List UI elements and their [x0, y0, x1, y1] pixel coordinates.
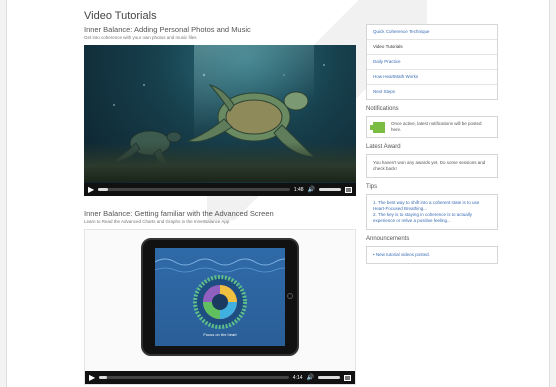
volume-slider[interactable] — [319, 188, 341, 191]
fullscreen-icon[interactable] — [345, 186, 352, 193]
play-icon[interactable]: ▶ — [89, 373, 95, 382]
sea-floor — [84, 142, 356, 182]
nav-item-video-tutorials[interactable]: Video Tutorials — [367, 40, 497, 55]
play-icon[interactable]: ▶ — [88, 185, 94, 194]
notifications-box: Once active, latest notifications will b… — [366, 116, 498, 138]
video-title: Inner Balance: Getting familiar with the… — [84, 209, 274, 218]
page-title: Video Tutorials — [84, 10, 157, 22]
time-display: 1:48 — [293, 186, 304, 193]
sidebar-nav: Quick Coherence Technique Video Tutorial… — [366, 24, 498, 100]
nav-item-next-steps[interactable]: Next Steps — [367, 85, 497, 99]
nav-item-daily-practice[interactable]: Daily Practice — [367, 55, 497, 70]
time-display: 4:14 — [292, 374, 303, 381]
progress-bar[interactable] — [98, 188, 290, 191]
tablet-screen: Focus on the heart — [155, 248, 285, 346]
video-controls: ▶ 1:48 🔊 — [84, 183, 356, 196]
award-heading: Latest Award — [366, 144, 401, 150]
tablet-image: Focus on the heart — [141, 238, 299, 356]
notifications-text: Once active, latest notifications will b… — [391, 121, 482, 132]
announcement-item[interactable]: • New tutorial videos posted. — [373, 252, 491, 258]
page-frame: Video Tutorials Inner Balance: Adding Pe… — [6, 0, 550, 387]
volume-slider[interactable] — [318, 376, 340, 379]
video-controls: ▶ 4:14 🔊 — [85, 371, 355, 384]
award-box: You haven't won any awards yet. Do some … — [366, 154, 498, 178]
notifications-heading: Notifications — [366, 106, 399, 112]
video-player[interactable]: ▶ 1:48 🔊 — [84, 45, 356, 196]
video-subtitle: Learn to Read the Advanced Charts and Gr… — [84, 219, 230, 224]
video-player[interactable]: Focus on the heart ▶ 4:14 🔊 — [84, 229, 356, 385]
video-subtitle: Get into coherence with your own photos … — [84, 35, 197, 40]
progress-fill — [99, 376, 107, 379]
progress-bar[interactable] — [99, 376, 289, 379]
award-text: You haven't won any awards yet. Do some … — [373, 160, 486, 171]
puzzle-icon — [370, 121, 385, 133]
fullscreen-icon[interactable] — [344, 374, 351, 381]
volume-icon[interactable]: 🔊 — [307, 374, 314, 381]
volume-icon[interactable]: 🔊 — [308, 186, 315, 193]
tip-item[interactable]: 2. The key is to staying in coherence is… — [373, 212, 491, 224]
tips-heading: Tips — [366, 184, 378, 190]
tips-box: 1. The best way to shift into a coherent… — [366, 194, 498, 230]
announcements-heading: Announcements — [366, 236, 410, 242]
tablet-caption: Focus on the heart — [203, 332, 237, 337]
nav-item-how-heartmath-works[interactable]: How HeartMath Works — [367, 70, 497, 85]
main-content: Video Tutorials Inner Balance: Adding Pe… — [84, 10, 360, 385]
sidebar: Quick Coherence Technique Video Tutorial… — [366, 24, 498, 264]
nav-item-quick-coherence[interactable]: Quick Coherence Technique — [367, 25, 497, 40]
progress-fill — [98, 188, 108, 191]
video-title: Inner Balance: Adding Personal Photos an… — [84, 25, 251, 34]
tip-item[interactable]: 1. The best way to shift into a coherent… — [373, 200, 491, 212]
announcements-box: • New tutorial videos posted. — [366, 246, 498, 264]
tablet-home-button — [287, 293, 293, 299]
